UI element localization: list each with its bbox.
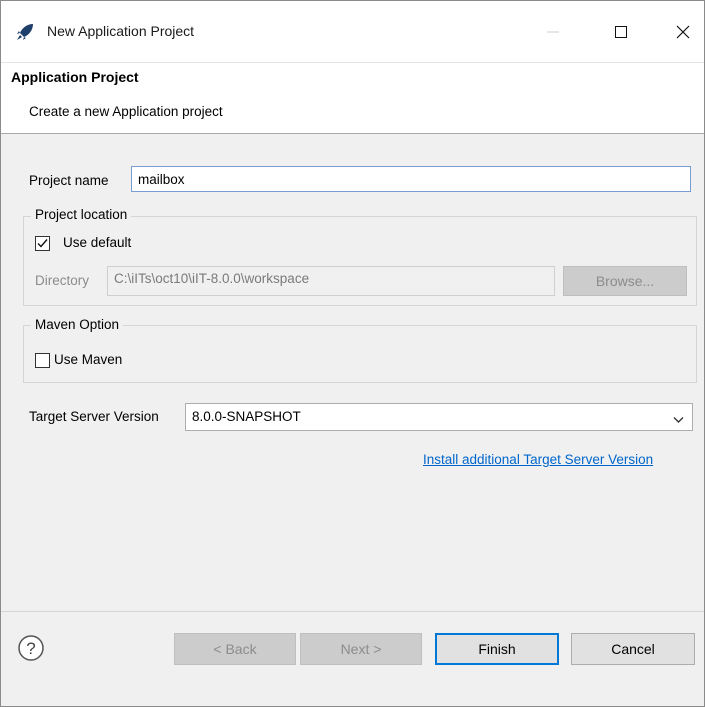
maven-option-group: [23, 325, 697, 383]
maximize-icon: [615, 26, 627, 38]
directory-value: C:\iITs\oct10\iIT-8.0.0\workspace: [114, 271, 310, 286]
install-target-server-link[interactable]: Install additional Target Server Version: [423, 452, 653, 467]
title-bar: New Application Project: [1, 1, 704, 63]
close-button[interactable]: [665, 17, 701, 47]
directory-input: C:\iITs\oct10\iIT-8.0.0\workspace: [107, 266, 555, 296]
chevron-down-icon: [673, 412, 684, 427]
project-name-label: Project name: [29, 173, 109, 188]
close-icon: [676, 25, 690, 39]
finish-button[interactable]: Finish: [435, 633, 559, 665]
maven-option-title: Maven Option: [31, 317, 124, 332]
browse-button-label: Browse...: [595, 273, 655, 289]
footer-separator: [1, 611, 704, 612]
target-server-label: Target Server Version: [29, 409, 159, 424]
minimize-button[interactable]: [535, 17, 571, 47]
window-title: New Application Project: [47, 23, 195, 39]
use-default-label[interactable]: Use default: [63, 235, 131, 250]
next-button: Next >: [300, 633, 422, 665]
wizard-banner: Application Project Create a new Applica…: [1, 63, 704, 134]
use-default-checkbox[interactable]: [35, 236, 50, 251]
help-icon[interactable]: ?: [17, 634, 45, 662]
use-maven-label[interactable]: Use Maven: [54, 352, 122, 367]
new-application-project-dialog: New Application Project Application Proj…: [0, 0, 705, 707]
directory-label: Directory: [35, 273, 90, 288]
maximize-button[interactable]: [603, 17, 639, 47]
target-server-select[interactable]: 8.0.0-SNAPSHOT: [185, 403, 693, 431]
page-description: Create a new Application project: [29, 104, 223, 119]
page-title: Application Project: [11, 69, 139, 85]
svg-text:?: ?: [26, 639, 35, 658]
back-button-label: < Back: [213, 641, 257, 657]
minimize-icon: [547, 26, 559, 38]
target-server-value: 8.0.0-SNAPSHOT: [192, 409, 301, 424]
project-location-title: Project location: [31, 207, 132, 222]
rocket-icon: [15, 22, 35, 42]
next-button-label: Next >: [340, 641, 382, 657]
back-button: < Back: [174, 633, 296, 665]
browse-button: Browse...: [563, 266, 687, 296]
cancel-button[interactable]: Cancel: [571, 633, 695, 665]
cancel-button-label: Cancel: [611, 641, 655, 657]
use-maven-checkbox[interactable]: [35, 353, 50, 368]
finish-button-label: Finish: [478, 641, 516, 657]
project-name-input[interactable]: [131, 166, 691, 192]
